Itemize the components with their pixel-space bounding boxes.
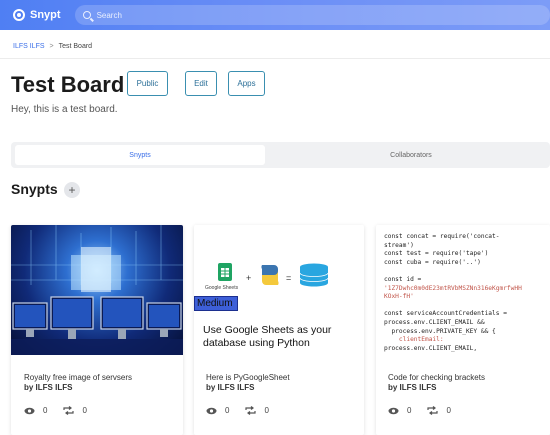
code-line: const id =	[384, 275, 422, 283]
card-meta: Royalty free image of servsers by ILFS I…	[24, 373, 132, 393]
app-logo[interactable]: Snypt	[13, 9, 61, 21]
code-line: const cuba = require('..')	[384, 258, 481, 266]
breadcrumb-owner-link[interactable]: ILFS ILFS	[13, 43, 45, 50]
repost-icon[interactable]	[245, 406, 257, 415]
page-title: Test Board	[11, 72, 125, 97]
card-title[interactable]: Code for checking brackets	[388, 373, 485, 383]
tab-snypts[interactable]: Snypts	[15, 145, 265, 165]
card-author[interactable]: by ILFS ILFS	[388, 383, 485, 393]
snypt-card-pygooglesheet[interactable]: + = Google Sheets Medium Use Google Shee…	[194, 225, 364, 435]
breadcrumb: ILFS ILFS > Test Board	[13, 43, 92, 50]
board-description: Hey, this is a test board.	[11, 104, 118, 115]
reposts-count: 0	[264, 406, 269, 415]
eye-icon	[388, 407, 399, 414]
tab-collaborators[interactable]: Collaborators	[291, 145, 531, 165]
card-headline: Use Google Sheets as your database using…	[203, 324, 332, 349]
code-line: process.env.PRIVATE_KEY && {	[384, 327, 496, 335]
card-stats: 0 0	[206, 406, 269, 415]
app-name: Snypt	[30, 9, 61, 21]
add-snypt-button[interactable]: +	[64, 182, 80, 198]
servers-illustration	[11, 225, 183, 355]
search-icon	[82, 11, 91, 19]
card-meta: Here is PyGoogleSheet by ILFS ILFS	[206, 373, 290, 393]
breadcrumb-current: Test Board	[58, 43, 93, 50]
card-author[interactable]: by ILFS ILFS	[206, 383, 290, 393]
card-author[interactable]: by ILFS ILFS	[24, 383, 132, 393]
card-stats: 0 0	[388, 406, 451, 415]
sheets-label: Google Sheets	[205, 285, 239, 291]
code-line: process.env.CLIENT_EMAIL,	[384, 344, 478, 352]
section-title: Snypts	[11, 181, 58, 197]
card-title[interactable]: Here is PyGoogleSheet	[206, 373, 290, 383]
svg-text:=: =	[286, 273, 291, 283]
views-count: 0	[225, 406, 230, 415]
edit-button[interactable]: Edit	[185, 71, 217, 96]
snypt-card-servers[interactable]: Royalty free image of servsers by ILFS I…	[11, 225, 183, 435]
repost-icon[interactable]	[427, 406, 439, 415]
medium-badge: Medium	[194, 296, 238, 311]
code-preview: const concat = require('concat-stream') c…	[384, 233, 544, 353]
board-tabs: Snypts Collaborators	[11, 142, 550, 168]
servers-image	[11, 225, 183, 355]
code-line: const concat = require('concat-	[384, 233, 500, 240]
code-line: stream')	[384, 241, 414, 249]
search-bar[interactable]	[74, 5, 550, 25]
repost-icon[interactable]	[63, 406, 75, 415]
code-line: const serviceAccountCredentials =	[384, 310, 507, 318]
apps-button[interactable]: Apps	[228, 71, 265, 96]
breadcrumb-separator: >	[49, 43, 54, 50]
svg-text:+: +	[246, 273, 251, 283]
public-button[interactable]: Public	[127, 71, 168, 96]
top-navbar: Snypt	[0, 0, 550, 30]
card-meta: Code for checking brackets by ILFS ILFS	[388, 373, 485, 393]
eye-icon	[206, 407, 217, 414]
search-input[interactable]	[96, 10, 497, 20]
views-count: 0	[407, 406, 412, 415]
eye-icon	[24, 407, 35, 414]
logo-icon	[13, 9, 25, 21]
reposts-count: 0	[82, 406, 87, 415]
code-line: '1Z7Dwhc0m0dE23mtRVbMSZNn316eKgmrfwHH	[384, 284, 522, 292]
reposts-count: 0	[446, 406, 451, 415]
header-divider	[0, 58, 550, 59]
sheets-python-db-illustration: + =	[218, 263, 329, 287]
views-count: 0	[43, 406, 48, 415]
code-line: const test = require('tape')	[384, 250, 489, 258]
card-title[interactable]: Royalty free image of servsers	[24, 373, 132, 383]
snypt-card-brackets[interactable]: const concat = require('concat-stream') c…	[376, 225, 550, 435]
code-line: clientEmail:	[384, 336, 444, 344]
code-fade	[376, 355, 548, 371]
code-line: KOxH-fH'	[384, 293, 414, 301]
card-stats: 0 0	[24, 406, 87, 415]
code-line: process.env.CLIENT_EMAIL &&	[384, 318, 485, 326]
